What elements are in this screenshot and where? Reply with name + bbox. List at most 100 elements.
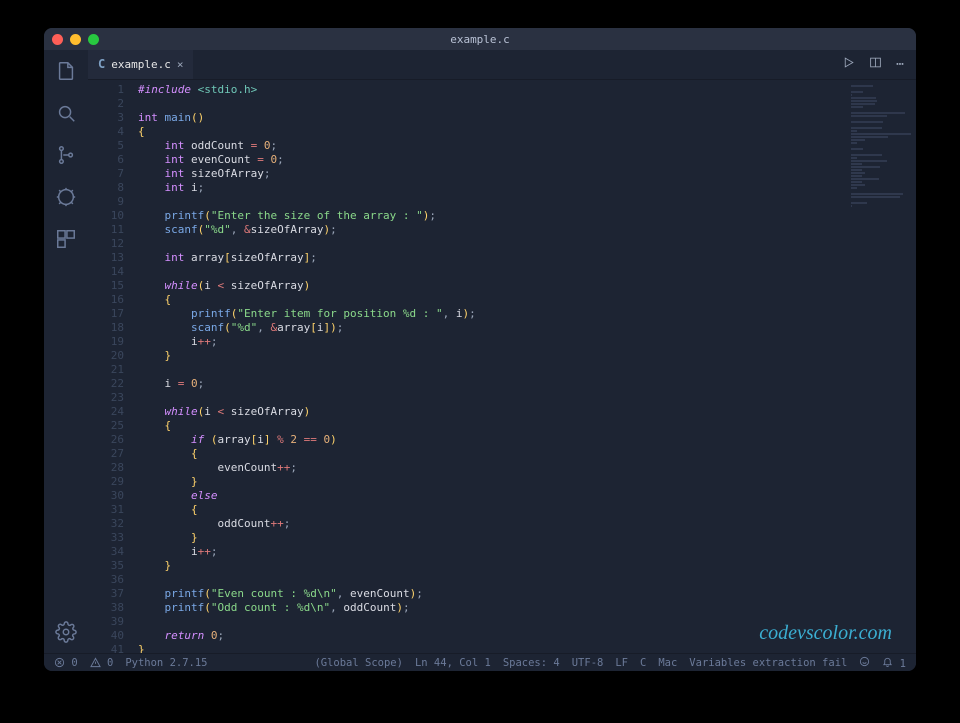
split-editor-icon[interactable]: [869, 56, 882, 73]
search-icon[interactable]: [55, 102, 77, 124]
line-number: 39: [88, 615, 124, 629]
line-number: 35: [88, 559, 124, 573]
code-line: }: [138, 475, 916, 489]
line-number: 13: [88, 251, 124, 265]
line-number: 9: [88, 195, 124, 209]
code-line: int sizeOfArray;: [138, 167, 916, 181]
status-feedback-icon[interactable]: [859, 656, 870, 670]
explorer-icon[interactable]: [55, 60, 77, 82]
status-os[interactable]: Mac: [658, 657, 677, 669]
line-number: 17: [88, 307, 124, 321]
tab-example-c[interactable]: C example.c ×: [88, 50, 193, 79]
code-line: while(i < sizeOfArray): [138, 405, 916, 419]
code-line: {: [138, 293, 916, 307]
code-line: printf("Enter the size of the array : ")…: [138, 209, 916, 223]
settings-icon[interactable]: [55, 621, 77, 643]
run-icon[interactable]: [842, 56, 855, 73]
status-lang[interactable]: C: [640, 657, 646, 669]
editor-body[interactable]: 1234567891011121314151617181920212223242…: [88, 80, 916, 653]
code-line: }: [138, 349, 916, 363]
code-line: [138, 391, 916, 405]
code-line: {: [138, 447, 916, 461]
line-number: 30: [88, 489, 124, 503]
titlebar: example.c: [44, 28, 916, 50]
line-number: 12: [88, 237, 124, 251]
code-line: scanf("%d", &sizeOfArray);: [138, 223, 916, 237]
code-line: int main(): [138, 111, 916, 125]
status-spaces[interactable]: Spaces: 4: [503, 657, 560, 669]
code-line: return 0;: [138, 629, 916, 643]
activity-bar: [44, 50, 88, 653]
line-number: 4: [88, 125, 124, 139]
code-line: else: [138, 489, 916, 503]
line-number: 29: [88, 475, 124, 489]
code-line: [138, 195, 916, 209]
source-control-icon[interactable]: [55, 144, 77, 166]
status-errors[interactable]: 0: [54, 657, 78, 669]
code-line: int i;: [138, 181, 916, 195]
code-line: [138, 237, 916, 251]
status-extract[interactable]: Variables extraction fail: [689, 657, 847, 669]
line-number: 33: [88, 531, 124, 545]
status-cursor[interactable]: Ln 44, Col 1: [415, 657, 491, 669]
code-line: oddCount++;: [138, 517, 916, 531]
line-number: 31: [88, 503, 124, 517]
code-line: }: [138, 643, 916, 653]
code-line: {: [138, 125, 916, 139]
line-number: 11: [88, 223, 124, 237]
line-number: 34: [88, 545, 124, 559]
code-line: i++;: [138, 545, 916, 559]
line-number: 23: [88, 391, 124, 405]
code-line: printf("Even count : %d\n", evenCount);: [138, 587, 916, 601]
line-number: 28: [88, 461, 124, 475]
code-line: int array[sizeOfArray];: [138, 251, 916, 265]
line-number: 25: [88, 419, 124, 433]
line-number: 1: [88, 83, 124, 97]
maximize-window-button[interactable]: [88, 34, 99, 45]
close-tab-icon[interactable]: ×: [177, 58, 184, 71]
code-area[interactable]: #include <stdio.h>int main(){ int oddCou…: [138, 80, 916, 653]
debug-icon[interactable]: [55, 186, 77, 208]
line-number: 37: [88, 587, 124, 601]
line-number: 15: [88, 279, 124, 293]
traffic-lights: [52, 34, 99, 45]
tab-label: example.c: [111, 58, 171, 71]
more-actions-icon[interactable]: ⋯: [896, 57, 904, 72]
line-number: 36: [88, 573, 124, 587]
minimize-window-button[interactable]: [70, 34, 81, 45]
status-bell-icon[interactable]: 1: [882, 656, 906, 670]
line-number: 5: [88, 139, 124, 153]
code-line: printf("Odd count : %d\n", oddCount);: [138, 601, 916, 615]
editor-region: C example.c × ⋯ 123456789101112131415161…: [88, 50, 916, 653]
code-line: evenCount++;: [138, 461, 916, 475]
close-window-button[interactable]: [52, 34, 63, 45]
line-number: 32: [88, 517, 124, 531]
tab-actions: ⋯: [842, 50, 916, 79]
code-line: #include <stdio.h>: [138, 83, 916, 97]
line-number: 20: [88, 349, 124, 363]
line-number: 6: [88, 153, 124, 167]
code-line: }: [138, 559, 916, 573]
line-number: 3: [88, 111, 124, 125]
line-number: 18: [88, 321, 124, 335]
line-number: 26: [88, 433, 124, 447]
status-python-version[interactable]: Python 2.7.15: [125, 657, 207, 669]
c-lang-icon: C: [98, 57, 105, 71]
status-encoding[interactable]: UTF-8: [572, 657, 604, 669]
code-line: scanf("%d", &array[i]);: [138, 321, 916, 335]
line-number: 22: [88, 377, 124, 391]
extensions-icon[interactable]: [55, 228, 77, 250]
editor-window: example.c C: [44, 28, 916, 671]
line-number: 2: [88, 97, 124, 111]
line-number: 41: [88, 643, 124, 653]
line-number: 8: [88, 181, 124, 195]
code-line: while(i < sizeOfArray): [138, 279, 916, 293]
line-number: 40: [88, 629, 124, 643]
code-line: [138, 573, 916, 587]
line-number: 16: [88, 293, 124, 307]
status-scope[interactable]: (Global Scope): [314, 657, 403, 669]
status-eol[interactable]: LF: [615, 657, 628, 669]
line-number: 21: [88, 363, 124, 377]
tab-bar: C example.c × ⋯: [88, 50, 916, 80]
status-warnings[interactable]: 0: [90, 657, 114, 669]
